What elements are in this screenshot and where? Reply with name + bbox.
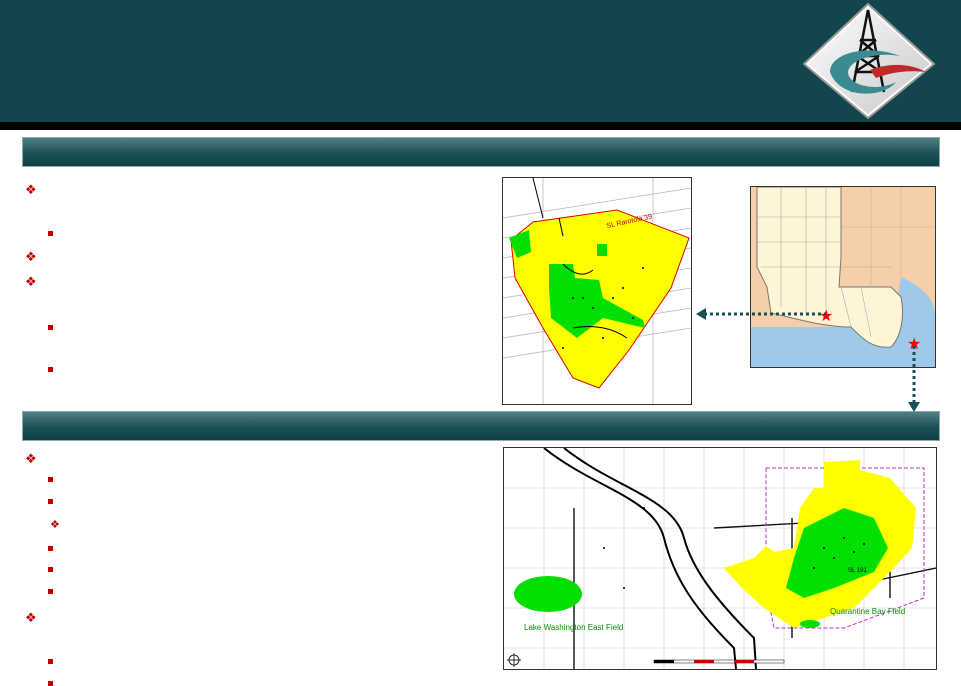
square-bullet-icon <box>48 499 53 504</box>
diamond-bullet-icon: ❖ <box>25 451 37 466</box>
diamond-bullet-icon: ❖ <box>25 274 37 289</box>
square-bullet-icon <box>48 567 53 572</box>
louisiana-locator-map: ★ ★ <box>750 186 936 368</box>
square-bullet-icon <box>48 659 53 664</box>
east-field-label: Quarantine Bay Field <box>830 607 905 616</box>
square-bullet-icon <box>48 589 53 594</box>
field-map-top-drawing: SL Rarotola 39 <box>503 178 691 404</box>
field-map-bottom: Lake Washington East Field Quarantine Ba… <box>503 447 937 670</box>
derrick-logo-icon <box>802 2 936 120</box>
square-bullet-icon <box>48 231 53 236</box>
diamond-bullet-icon: ❖ <box>25 249 37 264</box>
field-map-top: SL Rarotola 39 <box>502 177 692 405</box>
square-bullet-icon <box>48 325 53 330</box>
square-bullet-icon <box>48 546 53 551</box>
louisiana-map-drawing: ★ ★ <box>751 187 935 367</box>
section-bar-top <box>22 137 940 167</box>
diamond-bullet-icon: ❖ <box>25 610 37 625</box>
field-map-bottom-drawing: Lake Washington East Field Quarantine Ba… <box>504 448 936 669</box>
square-bullet-icon <box>48 681 53 686</box>
diamond-bullet-icon: ❖ <box>50 519 60 531</box>
header-rule <box>0 122 961 130</box>
scale-bar <box>653 659 785 664</box>
west-field-label: Lake Washington East Field <box>524 623 623 632</box>
arrow-to-top-map <box>696 308 826 320</box>
square-bullet-icon <box>48 367 53 372</box>
compass-icon <box>507 653 521 667</box>
square-bullet-icon <box>48 477 53 482</box>
section-bar-bottom <box>22 411 940 441</box>
lease-label-bottom: SL 191 <box>848 568 867 574</box>
arrow-to-bottom-map <box>908 346 920 412</box>
diamond-bullet-icon: ❖ <box>25 182 37 197</box>
